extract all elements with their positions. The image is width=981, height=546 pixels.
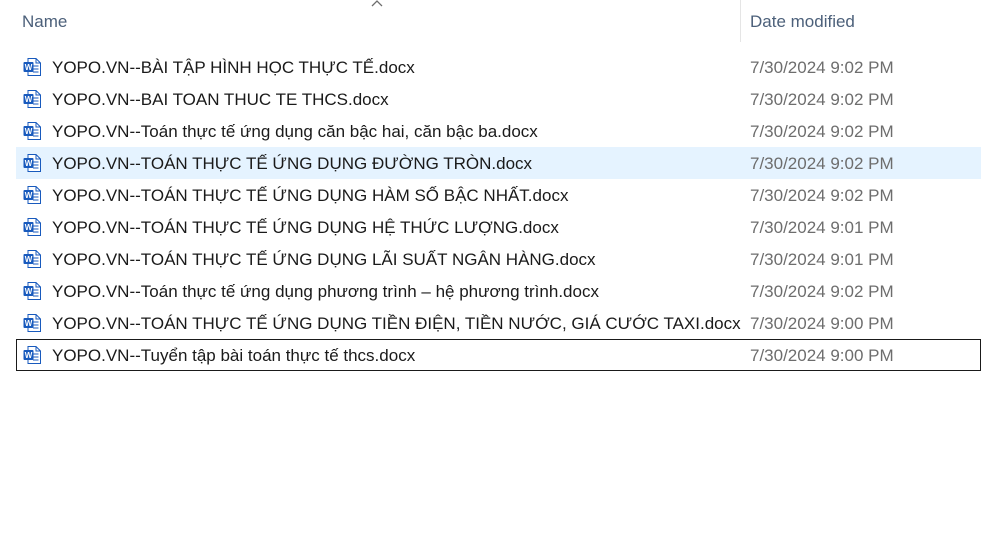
file-name: YOPO.VN--Toán thực tế ứng dụng phương tr… [52,282,599,301]
word-document-icon: W [23,90,41,108]
file-date-modified: 7/30/2024 9:02 PM [750,122,894,141]
file-date-modified: 7/30/2024 9:00 PM [750,314,894,333]
file-date-modified: 7/30/2024 9:02 PM [750,58,894,77]
word-document-icon: W [23,186,41,204]
svg-text:W: W [25,223,33,232]
word-document-icon: W [23,58,41,76]
date-modified-column-header[interactable]: Date modified [741,0,981,42]
file-date-modified: 7/30/2024 9:02 PM [750,90,894,109]
file-name: YOPO.VN--TOÁN THỰC TẾ ỨNG DỤNG TIỀN ĐIỆN… [52,314,741,333]
file-row[interactable]: W YOPO.VN--TOÁN THỰC TẾ ỨNG DỤNG HỆ THỨC… [16,211,981,243]
svg-text:W: W [25,287,33,296]
file-date-modified: 7/30/2024 9:01 PM [750,250,894,269]
file-name: YOPO.VN--BAI TOAN THUC TE THCS.docx [52,90,389,109]
file-name: YOPO.VN--TOÁN THỰC TẾ ỨNG DỤNG HÀM SỐ BẬ… [52,186,569,205]
svg-text:W: W [25,319,33,328]
svg-text:W: W [25,191,33,200]
column-header-bar: Name Date modified [0,0,981,42]
svg-text:W: W [25,63,33,72]
svg-text:W: W [25,95,33,104]
svg-text:W: W [25,127,33,136]
file-name: YOPO.VN--Toán thực tế ứng dụng căn bậc h… [52,122,538,141]
file-row[interactable]: W YOPO.VN--BAI TOAN THUC TE THCS.docx 7/… [16,83,981,115]
file-date-modified: 7/30/2024 9:02 PM [750,282,894,301]
svg-text:W: W [25,255,33,264]
file-row[interactable]: W YOPO.VN--TOÁN THỰC TẾ ỨNG DỤNG LÃI SUẤ… [16,243,981,275]
word-document-icon: W [23,218,41,236]
file-date-modified: 7/30/2024 9:00 PM [750,346,894,365]
file-row[interactable]: W YOPO.VN--TOÁN THỰC TẾ ỨNG DỤNG ĐƯỜNG T… [16,147,981,179]
file-row[interactable]: W YOPO.VN--Toán thực tế ứng dụng căn bậc… [16,115,981,147]
file-name: YOPO.VN--TOÁN THỰC TẾ ỨNG DỤNG HỆ THỨC L… [52,218,559,237]
name-column-label: Name [22,12,68,31]
word-document-icon: W [23,154,41,172]
file-list-view: Name Date modified W YOPO.VN--BÀI TẬP HÌ… [0,0,981,546]
file-date-modified: 7/30/2024 9:02 PM [750,186,894,205]
word-document-icon: W [23,314,41,332]
file-name: YOPO.VN--TOÁN THỰC TẾ ỨNG DỤNG ĐƯỜNG TRÒ… [52,154,533,173]
file-name: YOPO.VN--TOÁN THỰC TẾ ỨNG DỤNG LÃI SUẤT … [52,250,596,269]
file-row[interactable]: W YOPO.VN--BÀI TẬP HÌNH HỌC THỰC TẾ.docx… [16,51,981,83]
file-row[interactable]: W YOPO.VN--Tuyển tập bài toán thực tế th… [16,339,981,371]
file-rows: W YOPO.VN--BÀI TẬP HÌNH HỌC THỰC TẾ.docx… [16,51,981,371]
word-document-icon: W [23,122,41,140]
word-document-icon: W [23,250,41,268]
date-modified-column-label: Date modified [750,12,855,31]
word-document-icon: W [23,346,41,364]
svg-text:W: W [25,159,33,168]
file-name: YOPO.VN--Tuyển tập bài toán thực tế thcs… [52,346,416,365]
svg-text:W: W [25,351,33,360]
file-row[interactable]: W YOPO.VN--Toán thực tế ứng dụng phương … [16,275,981,307]
file-row[interactable]: W YOPO.VN--TOÁN THỰC TẾ ỨNG DỤNG HÀM SỐ … [16,179,981,211]
file-row[interactable]: W YOPO.VN--TOÁN THỰC TẾ ỨNG DỤNG TIỀN ĐI… [16,307,981,339]
name-column-header[interactable]: Name [0,0,740,42]
word-document-icon: W [23,282,41,300]
file-name: YOPO.VN--BÀI TẬP HÌNH HỌC THỰC TẾ.docx [52,58,415,77]
file-date-modified: 7/30/2024 9:02 PM [750,154,894,173]
sort-ascending-icon [371,0,383,7]
file-date-modified: 7/30/2024 9:01 PM [750,218,894,237]
